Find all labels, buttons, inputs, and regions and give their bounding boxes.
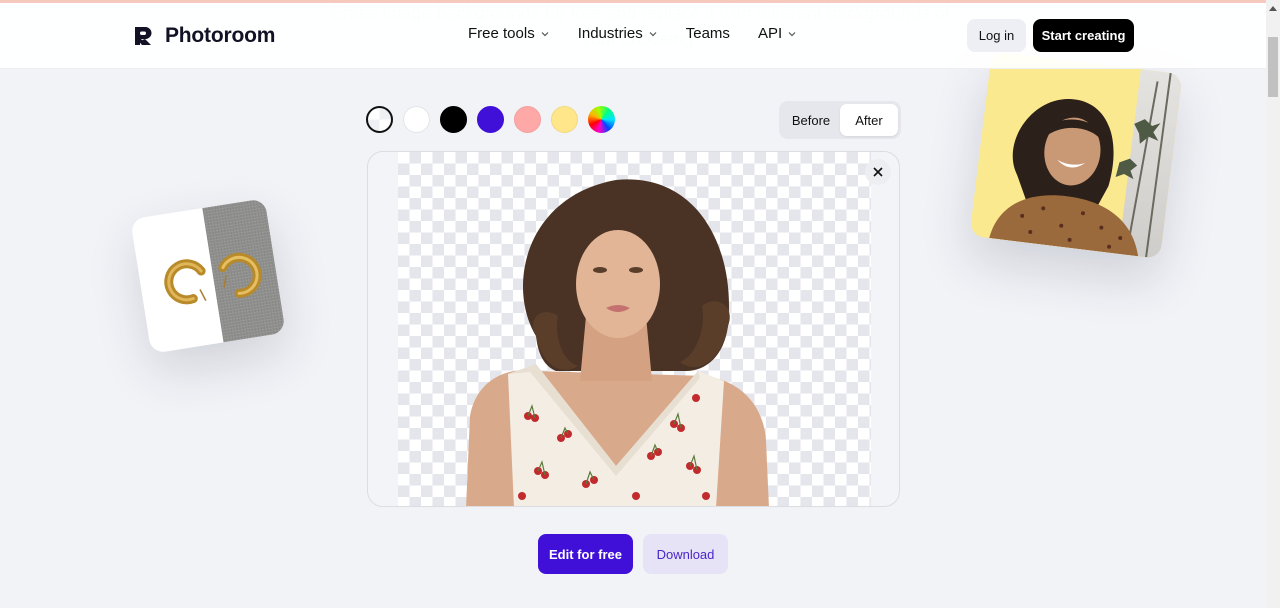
- chevron-down-icon: [649, 31, 657, 36]
- toggle-after[interactable]: After: [840, 104, 898, 136]
- cutout-subject-image: [466, 179, 769, 506]
- nav-label: Free tools: [468, 25, 535, 42]
- scroll-up-arrow-icon[interactable]: [1269, 6, 1277, 11]
- nav-teams[interactable]: Teams: [686, 25, 730, 42]
- top-accent-bar: [0, 0, 1266, 3]
- swatch-pink[interactable]: [514, 106, 541, 133]
- nav-label: API: [757, 25, 783, 42]
- before-after-toggle: Before After: [779, 101, 901, 139]
- nav-free-tools[interactable]: Free tools: [468, 25, 550, 42]
- site-header: Photoroom Free tools Industries Teams AP…: [0, 3, 1266, 69]
- start-creating-button[interactable]: Start creating: [1033, 19, 1134, 52]
- nav-industries[interactable]: Industries: [578, 25, 658, 42]
- nav-api[interactable]: API: [758, 25, 797, 42]
- swatch-purple[interactable]: [477, 106, 504, 133]
- earrings-image: [164, 252, 262, 305]
- example-card-portrait: [969, 50, 1183, 260]
- example-card-earrings: [130, 198, 286, 354]
- page-scrollbar[interactable]: [1266, 0, 1280, 608]
- chevron-down-icon: [788, 31, 796, 36]
- portrait-image: [989, 72, 1172, 258]
- close-icon: [873, 167, 883, 177]
- toggle-before[interactable]: Before: [782, 104, 840, 136]
- photoroom-logo-icon: [135, 27, 152, 45]
- swatch-custom-color-picker[interactable]: [588, 106, 615, 133]
- download-button[interactable]: Download: [643, 534, 728, 574]
- background-swatches: [366, 106, 615, 133]
- swatch-black[interactable]: [440, 106, 467, 133]
- brand-name: Photoroom: [165, 24, 276, 47]
- swatch-yellow[interactable]: [551, 106, 578, 133]
- main-nav: Free tools Industries Teams API: [468, 25, 825, 42]
- result-preview: [367, 151, 900, 507]
- brand-logo[interactable]: Photoroom: [133, 24, 275, 48]
- nav-label: Teams: [685, 25, 730, 42]
- login-button[interactable]: Log in: [967, 19, 1026, 52]
- swatch-transparent[interactable]: [366, 106, 393, 133]
- chevron-down-icon: [541, 31, 549, 36]
- edit-for-free-button[interactable]: Edit for free: [538, 534, 633, 574]
- nav-label: Industries: [577, 25, 643, 42]
- close-preview-button[interactable]: [865, 159, 891, 185]
- scroll-thumb[interactable]: [1268, 37, 1278, 97]
- swatch-white[interactable]: [403, 106, 430, 133]
